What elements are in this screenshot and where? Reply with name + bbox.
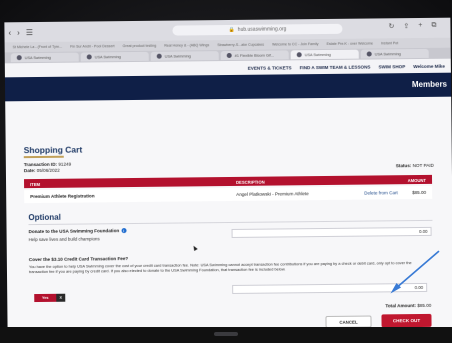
optional-heading: Optional: [28, 212, 61, 223]
bookmark-item[interactable]: Estate Pre-K - over Welcome: [327, 41, 374, 45]
favicon-icon: [366, 51, 372, 57]
url-text: hub.usaswimming.org: [237, 26, 287, 33]
tabs-overview-icon[interactable]: ⧉: [431, 22, 436, 30]
nav-swim-shop[interactable]: SWIM SHOP: [378, 64, 405, 69]
fee-question: Cover the $3.10 Credit Card Transaction …: [28, 256, 129, 263]
browser-tab[interactable]: USA Swimming: [80, 51, 149, 62]
transaction-id: 91249: [58, 161, 72, 167]
status-badge: Status: NOT PAID: [395, 162, 434, 169]
bookmark-item[interactable]: Instant Pot: [381, 41, 398, 45]
favicon-icon: [86, 54, 92, 60]
nav-welcome-user[interactable]: Welcome Mike: [413, 63, 445, 68]
browser-tab[interactable]: #1 Flexible Bloom Gif...: [220, 50, 289, 61]
favicon-icon: [296, 52, 302, 58]
fee-yes-toggle[interactable]: Yes: [34, 293, 57, 303]
bookmark-item[interactable]: Great product testing: [123, 44, 157, 48]
banner-title[interactable]: Members: [412, 80, 447, 89]
reload-icon[interactable]: ↻: [389, 22, 395, 30]
favicon-icon: [16, 55, 22, 61]
bookmark-item[interactable]: St Michele La - (Front of Tyre...: [13, 45, 63, 50]
forward-icon[interactable]: ›: [17, 28, 20, 37]
bookmark-item[interactable]: Strawberry-S...ake Cupcakes: [217, 43, 264, 47]
share-icon[interactable]: ⇪: [403, 22, 409, 30]
col-item: ITEM: [30, 181, 41, 187]
annotation-arrow-icon: [390, 250, 440, 294]
col-description: DESCRIPTION: [236, 179, 265, 185]
favicon-icon: [226, 52, 232, 59]
lock-icon: 🔒: [228, 26, 235, 33]
col-amount: AMOUNT: [407, 177, 427, 183]
browser-tab[interactable]: USA Swimming: [360, 48, 429, 59]
back-icon[interactable]: ‹: [8, 28, 11, 37]
browser-tab[interactable]: USA Swimming: [10, 52, 79, 63]
row-amount: $85.00: [412, 189, 427, 196]
info-icon[interactable]: i: [121, 228, 127, 234]
nav-events-tickets[interactable]: EVENTS & TICKETS: [248, 65, 292, 70]
status-value: NOT PAID: [412, 162, 434, 169]
bookmark-item[interactable]: Fin Sur Andri - Pool Dessert: [70, 44, 115, 48]
transaction-date: 05/06/2022: [36, 167, 60, 174]
nav-find-swim-team[interactable]: FIND A SWIM TEAM & LESSONS: [300, 64, 371, 70]
url-field[interactable]: 🔒 hub.usaswimming.org: [172, 23, 343, 36]
donate-label: Donate to the USA Swimming Foundation i: [29, 228, 127, 234]
check-out-button[interactable]: CHECK OUT: [381, 313, 432, 328]
browser-tab-active[interactable]: USA Swimming: [290, 49, 359, 60]
row-description: Angel Platkowski - Premium Athlete: [236, 191, 309, 197]
donate-subtext: Help save lives and build champions: [28, 236, 100, 243]
new-tab-icon[interactable]: +: [418, 22, 422, 30]
transaction-info: Transaction ID: 91249 Date: 05/06/2022: [23, 161, 72, 174]
device-logo-icon: [214, 332, 238, 336]
favicon-icon: [156, 53, 162, 59]
row-item: Premium Athlete Registration: [30, 193, 95, 200]
bookmark-item[interactable]: Welcome to CC - Join Family: [272, 42, 319, 46]
delete-from-cart-link[interactable]: Delete from Cart: [364, 190, 398, 195]
bookmark-item[interactable]: Real Honey & - (ABQ Wings: [164, 43, 209, 47]
browser-tab[interactable]: USA Swimming: [150, 51, 219, 61]
fee-no-toggle[interactable]: X: [56, 293, 66, 302]
page-title: Shopping Cart: [23, 144, 83, 156]
sidebar-icon[interactable]: ☰: [26, 28, 33, 37]
device-bezel: [0, 327, 452, 343]
